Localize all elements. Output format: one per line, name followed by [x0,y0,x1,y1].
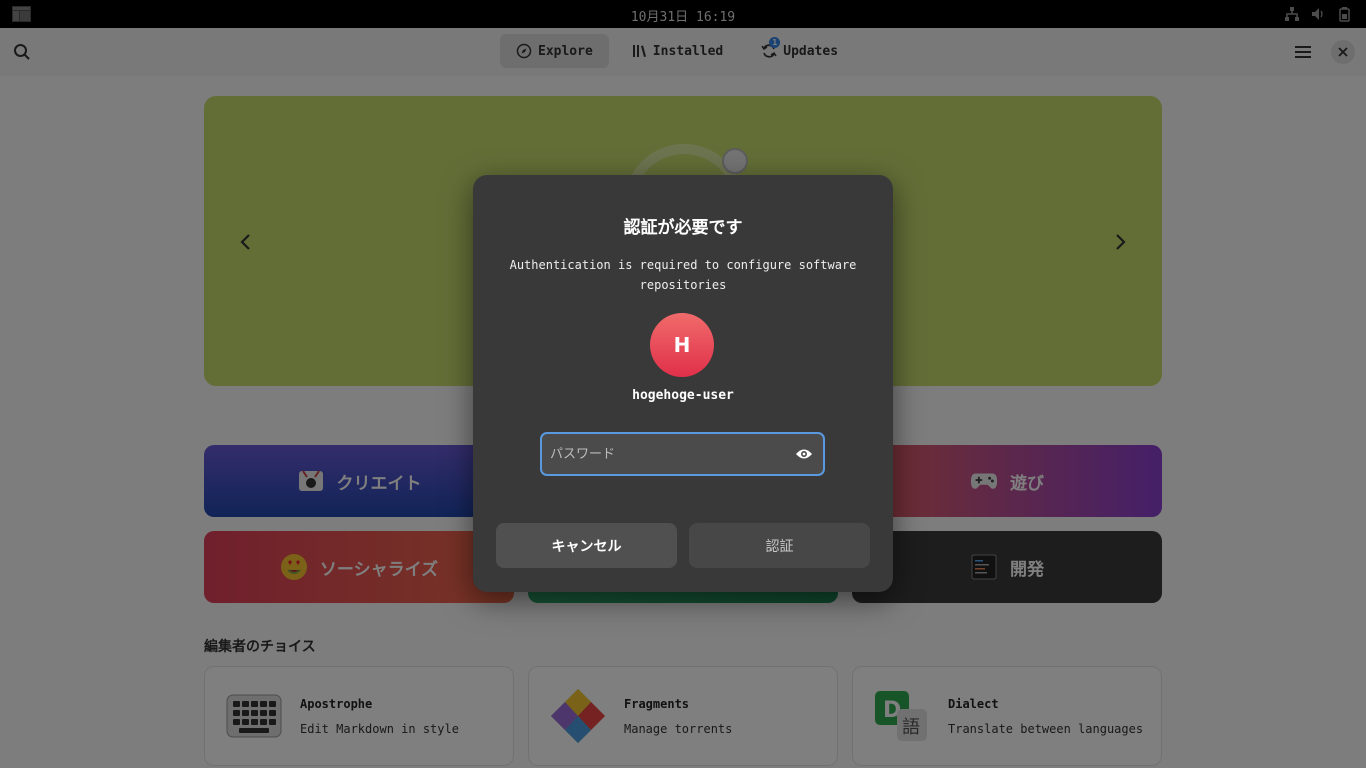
show-password-icon[interactable] [795,446,813,462]
username: hogehoge-user [632,388,734,403]
avatar-letter: H [673,333,691,357]
avatar: H [650,313,714,377]
password-field[interactable] [540,432,825,476]
authenticate-button[interactable]: 認証 [689,523,870,568]
dialog-message: Authentication is required to configure … [509,258,857,292]
password-input[interactable] [550,440,790,468]
cancel-button[interactable]: キャンセル [496,523,677,568]
dialog-title: 認証が必要です [623,218,743,238]
authentication-dialog: 認証が必要です Authentication is required to co… [473,175,893,592]
